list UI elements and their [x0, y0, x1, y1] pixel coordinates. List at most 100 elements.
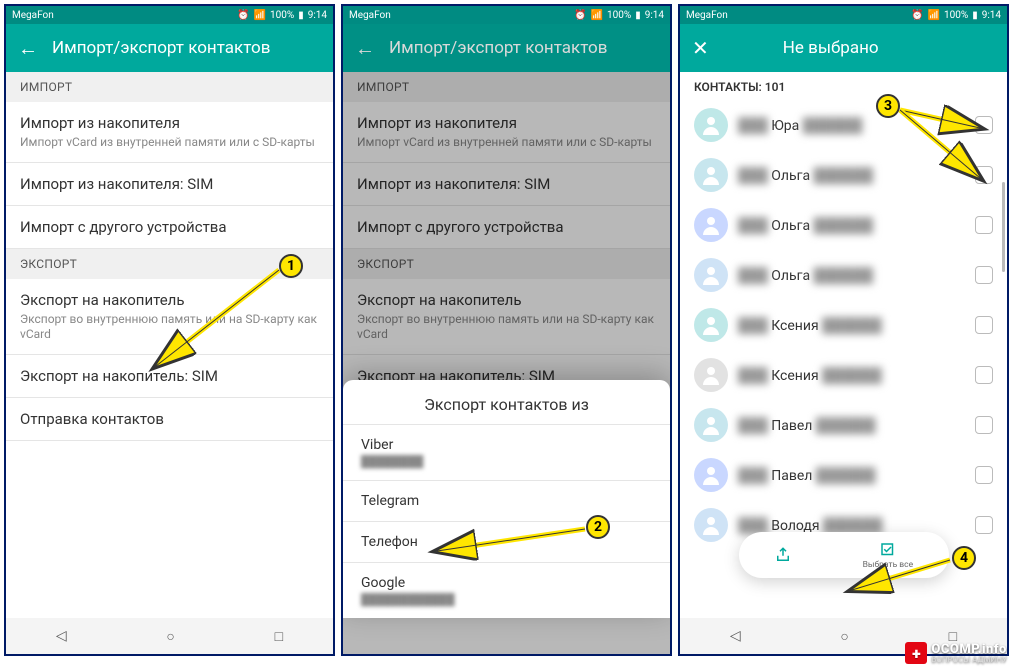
- avatar: [694, 258, 728, 292]
- import-other-device-item: Импорт с другого устройства: [343, 206, 670, 249]
- status-bar: MegaFon ⏰ 📶 100% ▮ 9:14: [6, 6, 333, 24]
- send-contacts-item[interactable]: Отправка контактов: [6, 398, 333, 441]
- watermark-brand: OCOMP.info: [931, 643, 1007, 656]
- contact-row[interactable]: ███ Ольга ██████: [680, 200, 1007, 250]
- back-icon[interactable]: ←: [18, 36, 38, 61]
- section-import: ИМПОРТ: [6, 72, 333, 102]
- carrier-label: MegaFon: [686, 10, 728, 21]
- carrier-label: MegaFon: [12, 10, 54, 21]
- contact-row[interactable]: ███ Ольга ██████: [680, 150, 1007, 200]
- avatar: [694, 408, 728, 442]
- contact-row[interactable]: ███ Павел ██████: [680, 450, 1007, 500]
- import-other-device-item[interactable]: Импорт с другого устройства: [6, 206, 333, 249]
- annotation-badge-3: 3: [876, 94, 900, 118]
- contact-name: ███ Ксения ██████: [738, 317, 882, 334]
- person-icon: [699, 263, 723, 287]
- export-storage-item[interactable]: Экспорт на накопитель Экспорт во внутрен…: [6, 279, 333, 355]
- nav-recent-icon[interactable]: □: [275, 628, 283, 645]
- avatar: [694, 358, 728, 392]
- share-button[interactable]: [774, 546, 792, 564]
- select-all-label: Выбрать все: [863, 560, 914, 570]
- contact-row[interactable]: ███ Юра ██████: [680, 100, 1007, 150]
- section-import: ИМПОРТ: [343, 72, 670, 102]
- item-title: Импорт с другого устройства: [20, 218, 319, 236]
- avatar: [694, 108, 728, 142]
- phone-panel-2: MegaFon ⏰ 📶 100% ▮ 9:14 ← Импорт/экспорт…: [341, 4, 672, 656]
- battery-label: 100%: [270, 10, 294, 21]
- import-sim-item: Импорт из накопителя: SIM: [343, 163, 670, 206]
- contact-name: ███ Ольга ██████: [738, 167, 873, 184]
- sheet-option-google[interactable]: Google ████████████: [343, 562, 670, 618]
- sheet-option-telegram[interactable]: Telegram: [343, 480, 670, 521]
- person-icon: [699, 363, 723, 387]
- contact-row[interactable]: ███ Павел ██████: [680, 400, 1007, 450]
- app-bar: ← Импорт/экспорт контактов: [343, 24, 670, 72]
- contact-row[interactable]: ███ Ольга ██████: [680, 250, 1007, 300]
- export-storage-item: Экспорт на накопитель Экспорт во внутрен…: [343, 279, 670, 355]
- export-sim-item[interactable]: Экспорт на накопитель: SIM: [6, 355, 333, 398]
- scrollbar[interactable]: [1002, 182, 1005, 272]
- person-icon: [699, 513, 723, 537]
- contact-checkbox[interactable]: [975, 166, 993, 184]
- close-icon[interactable]: ✕: [692, 36, 709, 60]
- time-label: 9:14: [308, 10, 327, 21]
- alarm-icon: ⏰: [237, 10, 249, 21]
- nav-home-icon[interactable]: ○: [166, 628, 174, 645]
- person-icon: [699, 463, 723, 487]
- select-all-button[interactable]: Выбрать все: [863, 541, 914, 570]
- nav-back-icon[interactable]: ◁: [730, 628, 741, 644]
- person-icon: [699, 213, 723, 237]
- contact-checkbox[interactable]: [975, 416, 993, 434]
- contact-checkbox[interactable]: [975, 266, 993, 284]
- contact-checkbox[interactable]: [975, 216, 993, 234]
- select-all-icon: [879, 541, 897, 559]
- contact-checkbox[interactable]: [975, 316, 993, 334]
- contact-name: ███ Володя ██████: [738, 517, 883, 534]
- time-label: 9:14: [645, 10, 664, 21]
- nav-back-icon[interactable]: ◁: [56, 628, 67, 644]
- contact-checkbox[interactable]: [975, 516, 993, 534]
- bottom-toolbar: Выбрать все: [739, 532, 949, 578]
- avatar: [694, 458, 728, 492]
- export-source-sheet: Экспорт контактов из Viber ████████ Tele…: [343, 380, 670, 618]
- nav-home-icon[interactable]: ○: [840, 628, 848, 645]
- item-title: Экспорт на накопитель: [20, 291, 319, 309]
- content-area: КОНТАКТЫ: 101 ███ Юра ██████ ███ Ольга ██…: [680, 72, 1007, 618]
- battery-label: 100%: [607, 10, 631, 21]
- battery-icon: ▮: [635, 10, 641, 21]
- avatar: [694, 158, 728, 192]
- item-title: Отправка контактов: [20, 410, 319, 428]
- phone-panel-3: MegaFon ⏰ 📶 100% ▮ 9:14 ✕ Не выбрано КОН…: [678, 4, 1009, 656]
- annotation-badge-1: 1: [279, 254, 303, 278]
- carrier-label: MegaFon: [349, 10, 391, 21]
- contacts-count: КОНТАКТЫ: 101: [680, 72, 1007, 100]
- person-icon: [699, 313, 723, 337]
- person-icon: [699, 413, 723, 437]
- contact-name: ███ Павел ██████: [738, 417, 875, 434]
- item-title: Импорт из накопителя: SIM: [20, 175, 319, 193]
- content-area: ИМПОРТ Импорт из накопителя Импорт vCard…: [6, 72, 333, 618]
- section-export: ЭКСПОРТ: [343, 249, 670, 279]
- sheet-option-phone[interactable]: Телефон: [343, 521, 670, 562]
- alarm-icon: ⏰: [911, 10, 923, 21]
- contact-checkbox[interactable]: [975, 466, 993, 484]
- back-icon[interactable]: ←: [355, 36, 375, 61]
- alarm-icon: ⏰: [574, 10, 586, 21]
- annotation-badge-4: 4: [952, 546, 976, 570]
- battery-label: 100%: [944, 10, 968, 21]
- import-sim-item[interactable]: Импорт из накопителя: SIM: [6, 163, 333, 206]
- sheet-option-viber[interactable]: Viber ████████: [343, 424, 670, 480]
- watermark-plus-icon: +: [905, 642, 927, 664]
- signal-icon: 📶: [928, 10, 940, 21]
- contact-row[interactable]: ███ Ксения ██████: [680, 350, 1007, 400]
- contact-checkbox[interactable]: [975, 116, 993, 134]
- contact-checkbox[interactable]: [975, 366, 993, 384]
- contact-list[interactable]: ███ Юра ██████ ███ Ольга ██████ ███ Ольга …: [680, 100, 1007, 550]
- status-bar: MegaFon ⏰ 📶 100% ▮ 9:14: [343, 6, 670, 24]
- import-storage-item[interactable]: Импорт из накопителя Импорт vCard из вну…: [6, 102, 333, 163]
- contact-row[interactable]: ███ Ксения ██████: [680, 300, 1007, 350]
- item-subtitle: Импорт vCard из внутренней памяти или с …: [20, 135, 319, 150]
- share-icon: [774, 546, 792, 564]
- contact-name: ███ Ольга ██████: [738, 267, 873, 284]
- app-bar: ✕ Не выбрано: [680, 24, 1007, 72]
